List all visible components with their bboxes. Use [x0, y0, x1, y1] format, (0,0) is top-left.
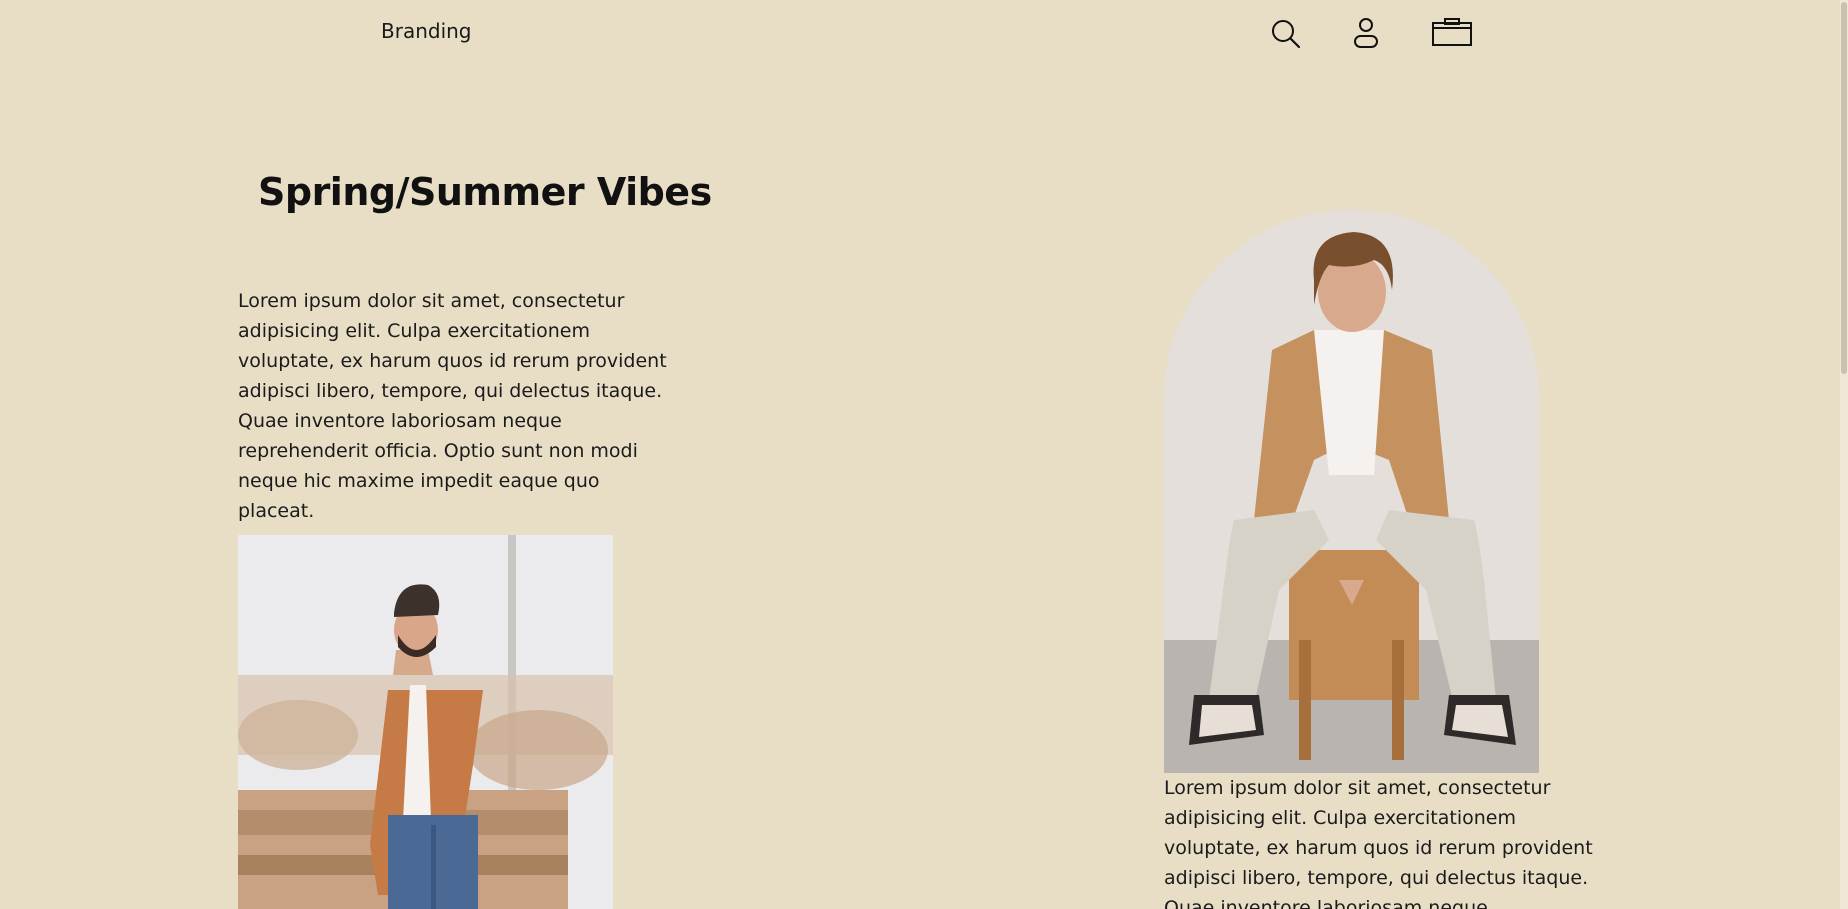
intro-paragraph: Lorem ipsum dolor sit amet, consectetur … — [238, 290, 667, 522]
cart-icon[interactable] — [1430, 16, 1476, 52]
model-photo-left — [238, 535, 613, 909]
secondary-paragraph: Lorem ipsum dolor sit amet, consectetur … — [1164, 777, 1593, 909]
model-photo-right — [1164, 210, 1539, 773]
user-icon[interactable] — [1348, 16, 1384, 52]
page-title: Spring/Summer Vibes — [258, 170, 712, 214]
scrollbar[interactable] — [1840, 0, 1848, 909]
search-icon[interactable] — [1268, 16, 1304, 52]
scrollbar-thumb[interactable] — [1841, 2, 1847, 374]
brand-logo[interactable]: Branding — [381, 19, 472, 43]
